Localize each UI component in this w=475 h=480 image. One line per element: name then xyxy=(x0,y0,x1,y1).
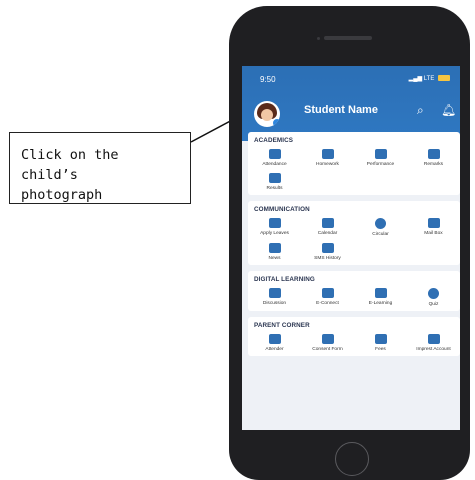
section-digital-learning: DIGITAL LEARNING Discussion E-Connect E-… xyxy=(248,271,460,311)
menu-item-attender[interactable]: Attender xyxy=(248,334,301,352)
attendance-icon xyxy=(268,149,281,159)
section-academics: ACADEMICS Attendance Homework Performanc… xyxy=(248,132,460,195)
phone-device: 9:50 ▂▄▆ LTE Student Name ⌕ 🔔︎ ACADEMICS… xyxy=(229,6,470,480)
app-screen: 9:50 ▂▄▆ LTE Student Name ⌕ 🔔︎ ACADEMICS… xyxy=(242,66,460,430)
child-photo-avatar[interactable] xyxy=(254,101,280,127)
menu-item-label: Attender xyxy=(265,347,284,352)
status-time: 9:50 xyxy=(260,75,276,84)
menu-item-sms-history[interactable]: SMS History xyxy=(301,243,354,261)
menu-item-label: E-Learning xyxy=(368,301,393,306)
menu-item-calendar[interactable]: Calendar xyxy=(301,218,354,237)
menu-item-label: Calendar xyxy=(317,231,338,236)
menu-item-label: Fees xyxy=(375,347,386,352)
results-icon xyxy=(268,173,281,183)
signal-icon: ▂▄▆ xyxy=(408,76,423,82)
menu-item-label: Quiz xyxy=(428,302,439,307)
menu-item-attendance[interactable]: Attendance xyxy=(248,149,301,167)
discussion-icon xyxy=(268,288,281,298)
menu-item-label: Imprest Account xyxy=(416,347,451,352)
menu-item-circular[interactable]: Circular xyxy=(354,218,407,237)
instruction-callout: Click on the child’s photograph xyxy=(9,132,191,204)
menu-item-mail-box[interactable]: Mail Box xyxy=(407,218,460,237)
menu-item-news[interactable]: News xyxy=(248,243,301,261)
menu-item-e-learning[interactable]: E-Learning xyxy=(354,288,407,307)
fees-icon xyxy=(374,334,387,344)
menu-item-results[interactable]: Results xyxy=(248,173,301,191)
news-icon xyxy=(268,243,281,253)
home-button[interactable] xyxy=(335,442,369,476)
menu-item-label: Results xyxy=(266,186,283,191)
menu-item-fees[interactable]: Fees xyxy=(354,334,407,352)
section-title: DIGITAL LEARNING xyxy=(254,276,315,283)
menu-item-label: Consent Form xyxy=(312,347,343,352)
menu-item-label: Mail Box xyxy=(424,231,443,236)
callout-line-1: Click on the child’s xyxy=(21,147,119,183)
menu-item-label: Attendance xyxy=(262,162,287,167)
menu-item-apply-leaves[interactable]: Apply Leaves xyxy=(248,218,301,237)
bell-icon[interactable]: 🔔︎ xyxy=(441,103,456,117)
menu-item-label: Discussion xyxy=(262,301,287,306)
avatar-badge-icon xyxy=(272,118,280,127)
network-label: LTE xyxy=(423,76,435,82)
section-title: ACADEMICS xyxy=(254,137,294,144)
menu-item-label: E-Connect xyxy=(316,301,339,306)
circular-icon xyxy=(375,218,386,229)
menu-item-remarks[interactable]: Remarks xyxy=(407,149,460,167)
battery-icon xyxy=(438,75,450,82)
leave-icon xyxy=(268,218,281,228)
section-parent-corner: PARENT CORNER Attender Consent Form Fees… xyxy=(248,317,460,356)
consent-icon xyxy=(321,334,334,344)
student-name: Student Name xyxy=(304,104,378,116)
camera-dot xyxy=(317,37,320,40)
speaker-grille xyxy=(324,36,372,40)
menu-item-e-connect[interactable]: E-Connect xyxy=(301,288,354,307)
mailbox-icon xyxy=(427,218,440,228)
menu-sections: ACADEMICS Attendance Homework Performanc… xyxy=(248,132,460,362)
menu-item-imprest-account[interactable]: Imprest Account xyxy=(407,334,460,352)
attender-icon xyxy=(268,334,281,344)
menu-item-label: News xyxy=(268,256,281,261)
menu-item-label: SMS History xyxy=(314,256,341,261)
section-communication: COMMUNICATION Apply Leaves Calendar Circ… xyxy=(248,201,460,265)
section-title: COMMUNICATION xyxy=(254,206,310,213)
book-icon xyxy=(321,149,334,159)
search-icon[interactable]: ⌕ xyxy=(417,103,424,118)
status-indicators: ▂▄▆ LTE xyxy=(409,75,450,82)
menu-item-discussion[interactable]: Discussion xyxy=(248,288,301,307)
list-icon xyxy=(427,149,440,159)
econnect-icon xyxy=(321,288,334,298)
menu-item-homework[interactable]: Homework xyxy=(301,149,354,167)
chart-icon xyxy=(374,149,387,159)
calendar-icon xyxy=(321,218,334,228)
menu-item-performance[interactable]: Performance xyxy=(354,149,407,167)
elearning-icon xyxy=(374,288,387,298)
section-title: PARENT CORNER xyxy=(254,322,310,329)
quiz-icon xyxy=(428,288,439,299)
avatar-face xyxy=(261,109,273,121)
menu-item-label: Circular xyxy=(372,232,389,237)
menu-item-label: Performance xyxy=(366,162,395,167)
app-header: 9:50 ▂▄▆ LTE Student Name ⌕ 🔔︎ xyxy=(242,66,460,141)
menu-item-label: Remarks xyxy=(423,162,444,167)
menu-item-quiz[interactable]: Quiz xyxy=(407,288,460,307)
account-icon xyxy=(427,334,440,344)
sms-icon xyxy=(321,243,334,253)
callout-line-2: photograph xyxy=(21,187,103,203)
menu-item-label: Homework xyxy=(316,162,339,167)
menu-item-label: Apply Leaves xyxy=(260,231,289,236)
menu-item-consent-form[interactable]: Consent Form xyxy=(301,334,354,352)
